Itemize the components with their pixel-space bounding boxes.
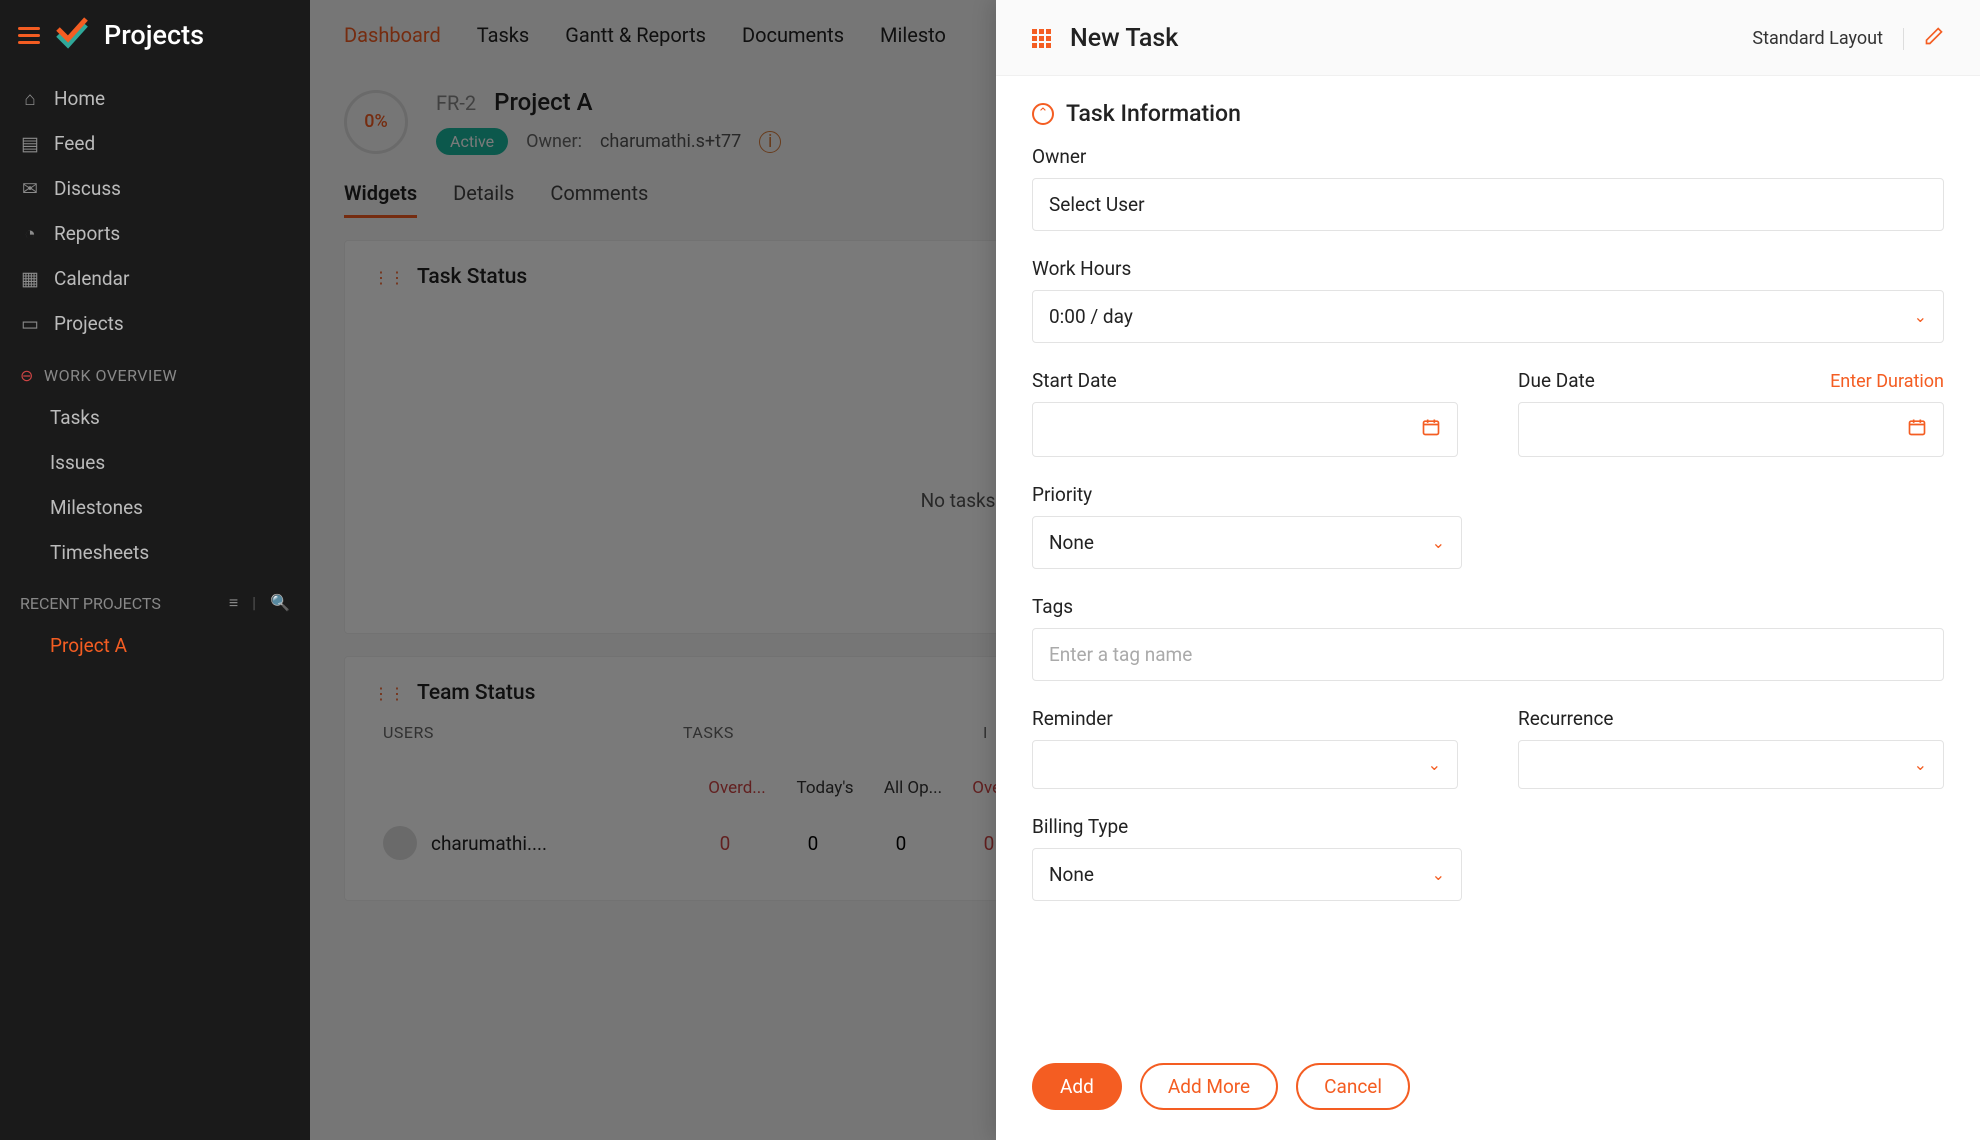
startdate-field-label: Start Date	[1032, 369, 1458, 392]
work-item-issues[interactable]: Issues	[0, 440, 310, 485]
edit-icon[interactable]	[1924, 26, 1944, 51]
cancel-button[interactable]: Cancel	[1296, 1063, 1410, 1110]
chevron-down-icon: ⌄	[1428, 755, 1441, 774]
owner-field-label: Owner	[1032, 145, 1944, 168]
sidebar-item-reports[interactable]: ◔ Reports	[0, 211, 310, 256]
startdate-input[interactable]	[1032, 402, 1458, 457]
tags-input[interactable]	[1032, 628, 1944, 681]
work-item-timesheets[interactable]: Timesheets	[0, 530, 310, 575]
duedate-input[interactable]	[1518, 402, 1944, 457]
projects-icon: ▭	[20, 314, 40, 334]
sidebar-item-home[interactable]: ⌂ Home	[0, 76, 310, 121]
sidebar-item-discuss[interactable]: ✉ Discuss	[0, 166, 310, 211]
chevron-down-icon: ⌄	[1432, 533, 1445, 552]
drawer-footer: Add Add More Cancel	[996, 1043, 1980, 1140]
recent-projects-label: RECENT PROJECTS	[20, 594, 161, 613]
feed-icon: ▤	[20, 134, 40, 154]
reminder-field-label: Reminder	[1032, 707, 1458, 730]
logo-icon	[54, 17, 90, 53]
calendar-icon: ▦	[20, 269, 40, 289]
sidebar-item-label: Reports	[54, 222, 120, 245]
recurrence-field-label: Recurrence	[1518, 707, 1944, 730]
priority-field-label: Priority	[1032, 483, 1944, 506]
tags-field-label: Tags	[1032, 595, 1944, 618]
duedate-field-label: Due Date	[1518, 369, 1595, 392]
search-icon[interactable]: 🔍	[270, 593, 290, 613]
discuss-icon: ✉	[20, 179, 40, 199]
workhours-field-label: Work Hours	[1032, 257, 1944, 280]
chevron-down-icon: ⌄	[1432, 865, 1445, 884]
sidebar-item-label: Projects	[54, 312, 124, 335]
reports-icon: ◔	[20, 224, 40, 244]
owner-select[interactable]: Select User	[1032, 178, 1944, 231]
recent-project-item[interactable]: Project A	[0, 623, 310, 668]
enter-duration-link[interactable]: Enter Duration	[1830, 371, 1944, 392]
section-label: WORK OVERVIEW	[44, 366, 177, 385]
chevron-down-icon: ⌄	[1914, 307, 1927, 326]
sidebar-item-label: Feed	[54, 132, 95, 155]
layout-label[interactable]: Standard Layout	[1752, 28, 1883, 49]
sidebar-item-projects[interactable]: ▭ Projects	[0, 301, 310, 346]
add-button[interactable]: Add	[1032, 1063, 1122, 1110]
new-task-drawer: New Task Standard Layout ⌃ Task Informat…	[996, 0, 1980, 1140]
sidebar-item-calendar[interactable]: ▦ Calendar	[0, 256, 310, 301]
left-sidebar: Projects ⌂ Home ▤ Feed ✉ Discuss ◔ Reports ▦…	[0, 0, 310, 1140]
calendar-icon[interactable]	[1907, 417, 1927, 442]
priority-select[interactable]: None ⌄	[1032, 516, 1462, 569]
section-title-label: Task Information	[1066, 100, 1241, 127]
add-more-button[interactable]: Add More	[1140, 1063, 1278, 1110]
calendar-icon[interactable]	[1421, 417, 1441, 442]
apps-grid-icon[interactable]	[1032, 29, 1054, 48]
collapse-section-icon[interactable]: ⌃	[1032, 103, 1054, 125]
chevron-down-icon: ⌄	[1914, 755, 1927, 774]
sidebar-item-label: Calendar	[54, 267, 129, 290]
tags-textbox[interactable]	[1049, 643, 1927, 666]
drawer-title: New Task	[1070, 24, 1178, 53]
work-item-milestones[interactable]: Milestones	[0, 485, 310, 530]
brand-name: Projects	[104, 19, 204, 51]
duedate-textbox[interactable]	[1535, 418, 1907, 441]
work-item-tasks[interactable]: Tasks	[0, 395, 310, 440]
home-icon: ⌂	[20, 89, 40, 109]
recurrence-select[interactable]: ⌄	[1518, 740, 1944, 789]
workhours-select[interactable]: 0:00 / day ⌄	[1032, 290, 1944, 343]
sidebar-item-feed[interactable]: ▤ Feed	[0, 121, 310, 166]
reminder-select[interactable]: ⌄	[1032, 740, 1458, 789]
collapse-icon: ⊖	[20, 366, 34, 385]
billingtype-field-label: Billing Type	[1032, 815, 1944, 838]
work-overview-header[interactable]: ⊖ WORK OVERVIEW	[0, 352, 310, 395]
main-content: Dashboard Tasks Gantt & Reports Document…	[310, 0, 1980, 1140]
sidebar-item-label: Home	[54, 87, 105, 110]
filter-icon[interactable]: ≡	[229, 593, 238, 613]
billingtype-select[interactable]: None ⌄	[1032, 848, 1462, 901]
hamburger-icon[interactable]	[18, 27, 40, 44]
sidebar-item-label: Discuss	[54, 177, 121, 200]
startdate-textbox[interactable]	[1049, 418, 1421, 441]
